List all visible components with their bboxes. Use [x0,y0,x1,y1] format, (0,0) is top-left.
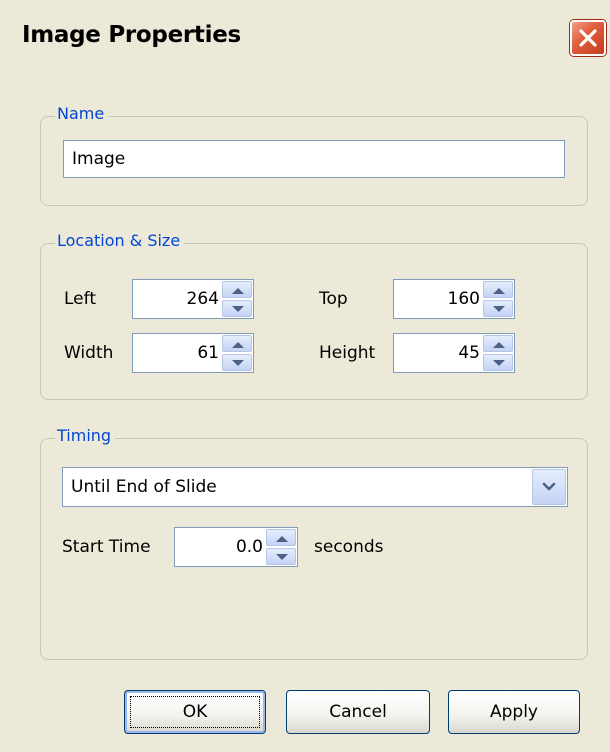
width-increment-button[interactable] [222,335,252,352]
apply-button-label: Apply [490,702,538,722]
name-group-legend: Name [55,104,109,123]
chevron-down-icon [542,482,556,491]
ok-button[interactable]: OK [124,690,266,734]
left-decrement-button[interactable] [222,300,252,317]
apply-button[interactable]: Apply [448,690,580,734]
width-value: 61 [197,343,219,363]
height-label: Height [319,343,376,363]
duration-dropdown[interactable]: Until End of Slide [62,467,568,507]
height-spinner [483,335,513,371]
duration-dropdown-button[interactable] [532,469,566,505]
height-value: 45 [458,343,480,363]
arrow-up-icon [232,342,244,348]
cancel-button-label: Cancel [329,702,387,722]
height-stepper[interactable]: 45 [393,333,515,373]
top-spinner [483,281,513,317]
start-time-decrement-button[interactable] [266,548,296,565]
left-value: 264 [186,289,219,309]
location-size-group: Location & Size [40,231,588,400]
arrow-down-icon [493,306,505,312]
arrow-up-icon [232,288,244,294]
location-size-group-legend: Location & Size [55,231,185,250]
arrow-up-icon [493,288,505,294]
left-increment-button[interactable] [222,281,252,298]
top-value: 160 [447,289,480,309]
width-stepper[interactable]: 61 [132,333,254,373]
top-stepper[interactable]: 160 [393,279,515,319]
arrow-down-icon [232,306,244,312]
timing-group-legend: Timing [55,426,116,445]
arrow-up-icon [493,342,505,348]
width-label: Width [64,343,114,363]
start-time-increment-button[interactable] [266,529,296,546]
arrow-down-icon [276,554,288,560]
height-decrement-button[interactable] [483,354,513,371]
arrow-up-icon [276,536,288,542]
start-time-value: 0.0 [235,537,263,557]
top-label: Top [319,289,348,309]
start-time-spinner [266,529,296,565]
top-increment-button[interactable] [483,281,513,298]
title-bar: Image Properties [0,0,610,80]
arrow-down-icon [493,360,505,366]
image-properties-dialog: Image Properties Name Image Location & S… [0,0,610,752]
cancel-button[interactable]: Cancel [286,690,430,734]
dialog-title: Image Properties [22,22,241,48]
left-label: Left [64,289,96,309]
duration-selected-value: Until End of Slide [71,477,217,497]
seconds-label: seconds [314,537,384,557]
width-spinner [222,335,252,371]
left-spinner [222,281,252,317]
close-icon [579,29,597,47]
left-stepper[interactable]: 264 [132,279,254,319]
close-button[interactable] [570,20,606,56]
width-decrement-button[interactable] [222,354,252,371]
height-increment-button[interactable] [483,335,513,352]
start-time-stepper[interactable]: 0.0 [174,527,298,567]
name-input[interactable]: Image [63,140,565,178]
arrow-down-icon [232,360,244,366]
ok-button-focus-ring [130,696,260,728]
top-decrement-button[interactable] [483,300,513,317]
start-time-label: Start Time [62,537,151,557]
